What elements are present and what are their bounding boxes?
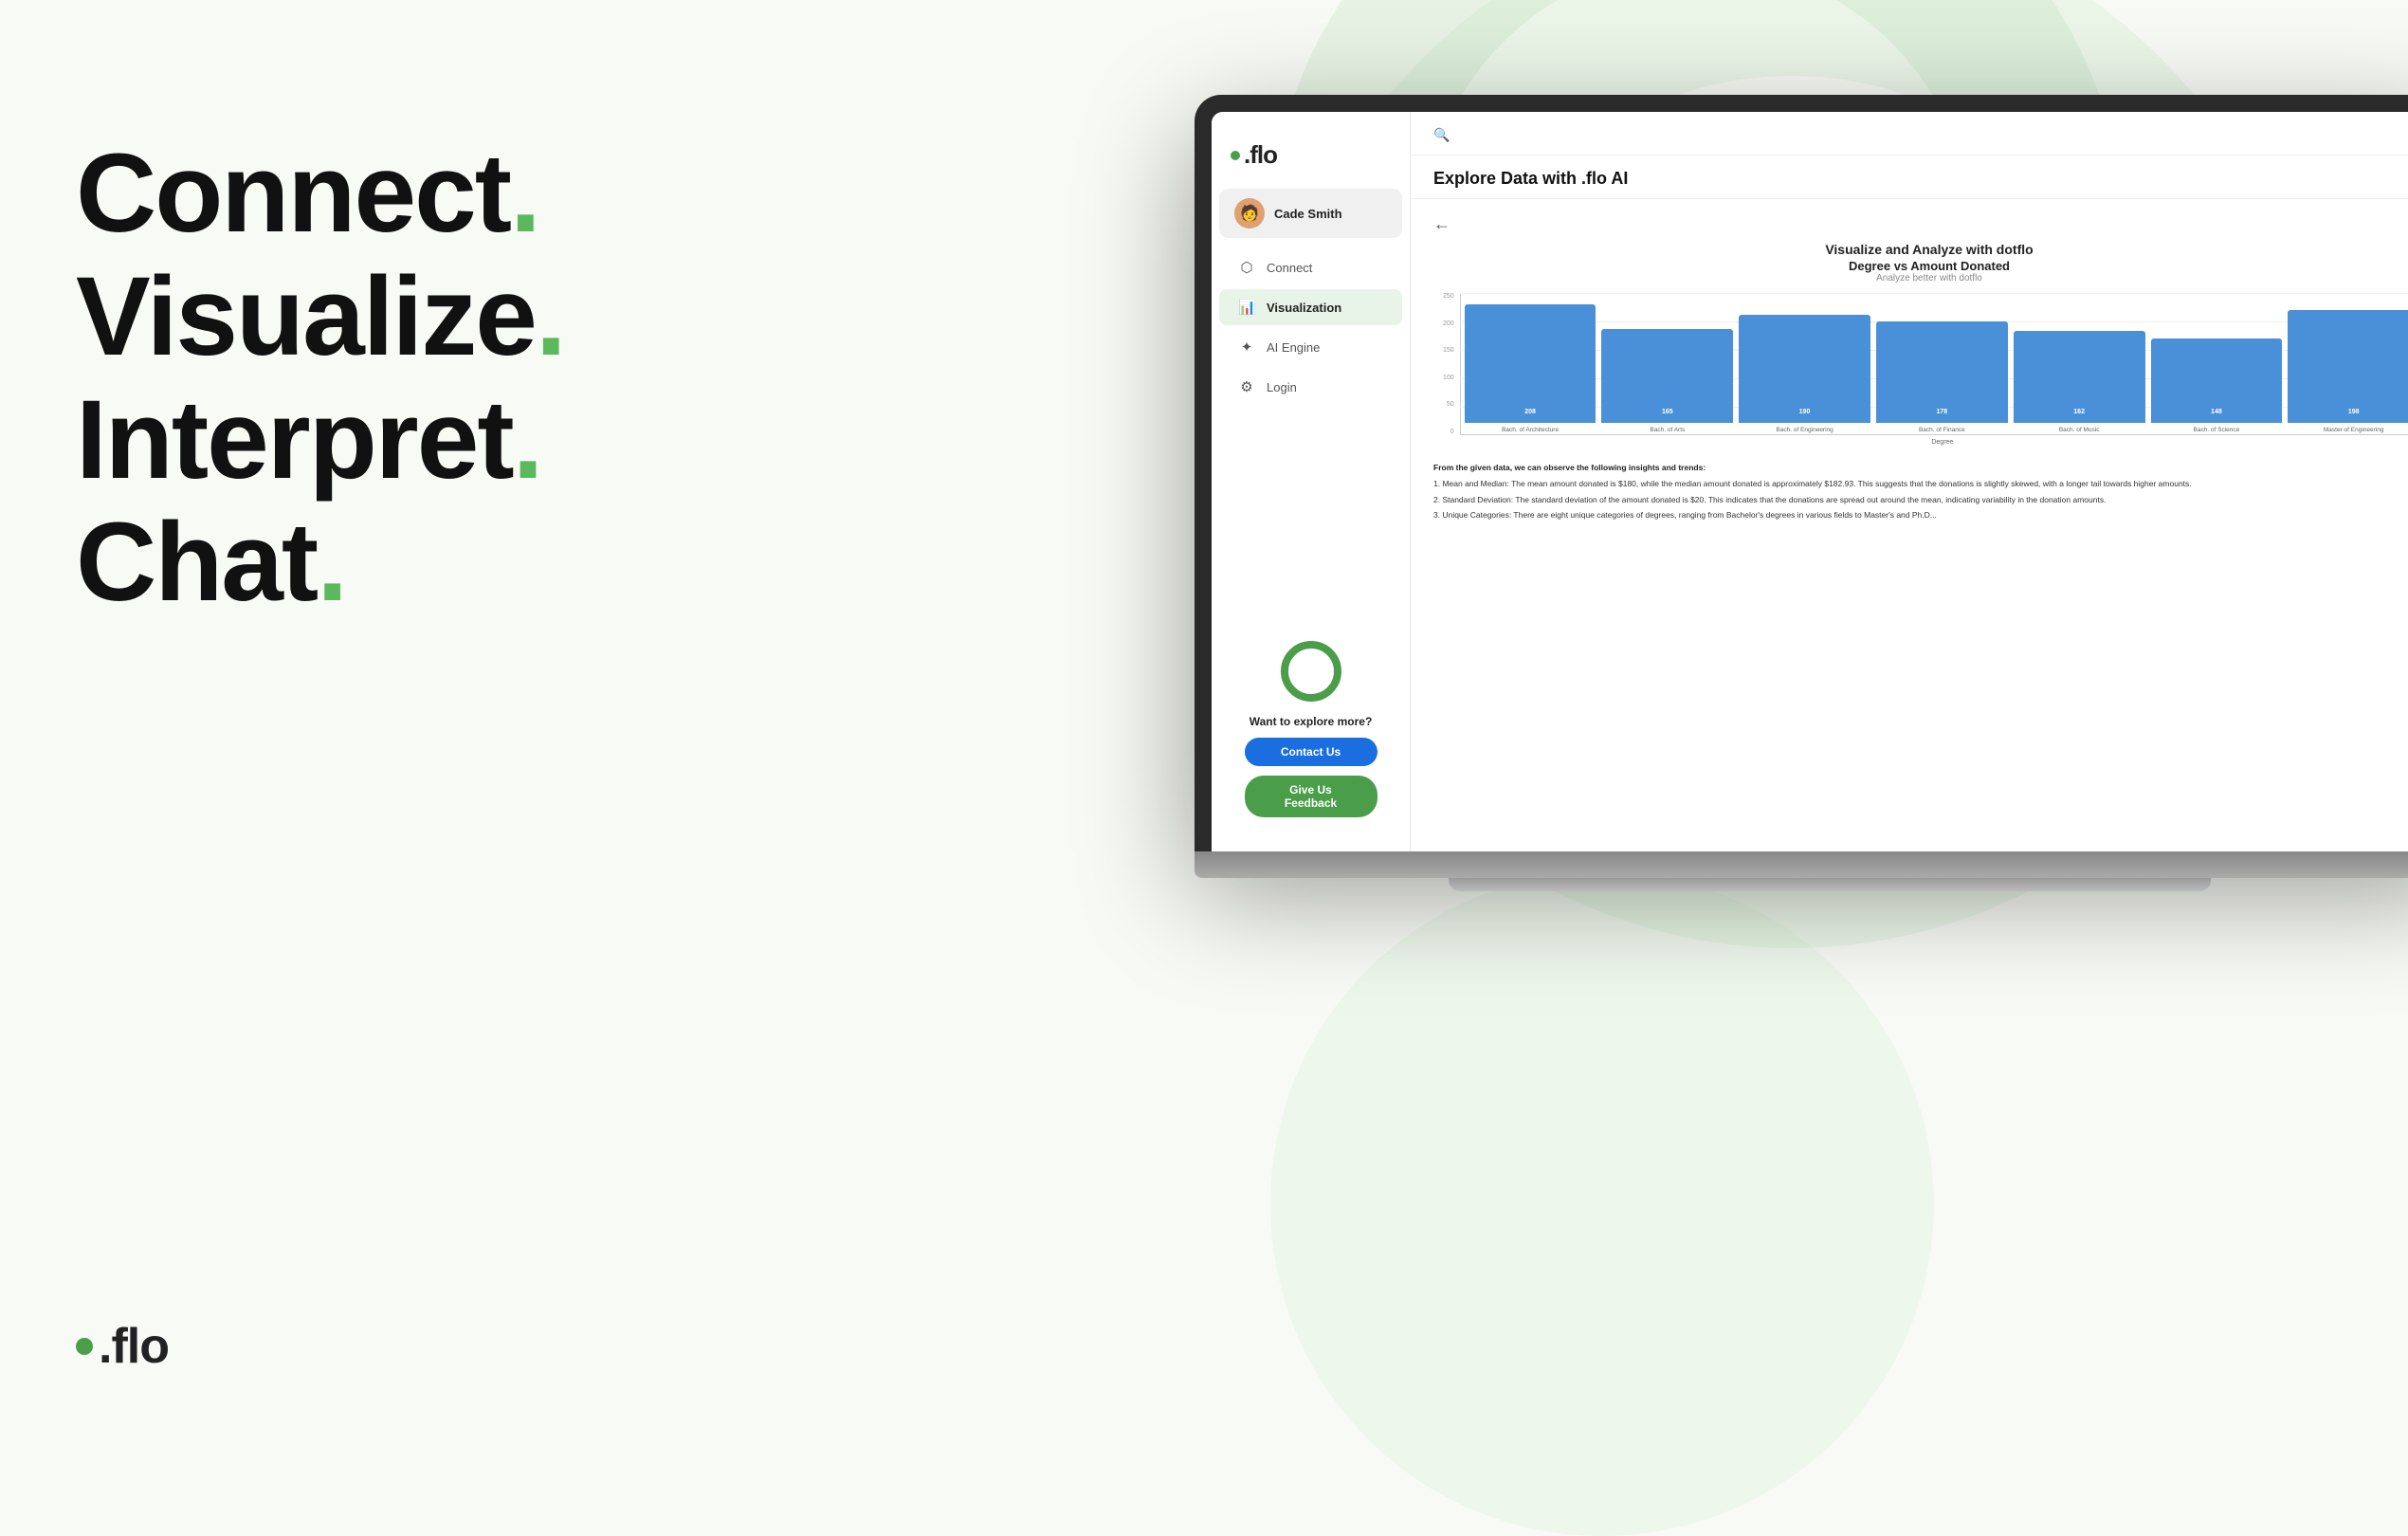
hero-panel: Connect. Visualize. Interpret. Chat.	[76, 133, 664, 625]
sidebar-item-connect-label: Connect	[1267, 261, 1312, 275]
explore-circle-graphic	[1281, 641, 1341, 702]
app-main: 🔍 Explore Data with .flo AI ← Visualize …	[1411, 112, 2408, 851]
bar-master-engineering-fill: 198	[2288, 310, 2408, 423]
laptop-foot	[1449, 878, 2211, 891]
bar-bach-music-fill: 162	[2014, 331, 2145, 423]
sidebar-item-ai-engine[interactable]: ✦ AI Engine	[1219, 329, 1402, 365]
bar-val-6: 148	[2211, 409, 2222, 415]
insight-point-1: 1. Mean and Median: The mean amount dona…	[1433, 478, 2408, 490]
bar-xlabel-4: Bach. of Finance	[1876, 427, 2008, 434]
bars-area: 208 Bach. of Architecture 165 Bach.	[1460, 293, 2408, 454]
sidebar-item-connect[interactable]: ⬡ Connect	[1219, 249, 1402, 285]
dot3: .	[513, 377, 542, 503]
laptop-outer: .flo 🧑 Cade Smith ⬡ Connect 📊 Visualizat…	[1195, 95, 2408, 851]
bar-bach-finance: 178 Bach. of Finance	[1876, 321, 2008, 434]
bar-bach-architecture: 208 Bach. of Architecture	[1465, 304, 1596, 434]
sidebar-bottom: Want to explore more? Contact Us Give Us…	[1212, 626, 1410, 832]
hero-line4: Chat.	[76, 502, 664, 625]
avatar: 🧑	[1234, 198, 1265, 229]
bar-val-5: 162	[2073, 409, 2085, 415]
bar-bach-architecture-fill: 208	[1465, 304, 1596, 423]
chart-subtitle: Analyze better with dotflo	[1433, 273, 2408, 283]
bar-xlabel-6: Bach. of Science	[2151, 427, 2283, 434]
y-label-150: 150	[1443, 347, 1454, 354]
give-feedback-button[interactable]: Give Us Feedback	[1245, 776, 1377, 817]
sidebar-item-login-label: Login	[1267, 380, 1297, 394]
chart-section-title: Visualize and Analyze with dotflo	[1433, 242, 2408, 257]
visualization-icon: 📊	[1238, 299, 1255, 316]
bar-xlabel-7: Master of Engineering	[2288, 427, 2408, 434]
login-icon: ⚙	[1238, 378, 1255, 395]
bar-bach-arts-fill: 165	[1601, 329, 1733, 423]
ai-engine-icon: ✦	[1238, 338, 1255, 356]
insights-section: From the given data, we can observe the …	[1433, 462, 2408, 521]
contact-us-button[interactable]: Contact Us	[1245, 738, 1377, 766]
explore-more-label: Want to explore more?	[1250, 715, 1373, 728]
bar-bach-science-fill: 148	[2151, 338, 2283, 423]
main-header: 🔍	[1411, 112, 2408, 155]
bar-chart: 250 200 150 100 50 0	[1443, 293, 2408, 454]
bars-container: 208 Bach. of Architecture 165 Bach.	[1460, 293, 2408, 435]
app-sidebar: .flo 🧑 Cade Smith ⬡ Connect 📊 Visualizat…	[1212, 112, 1411, 851]
logo-label: .flo	[99, 1318, 169, 1375]
sidebar-item-ai-engine-label: AI Engine	[1267, 340, 1320, 355]
bar-val-4: 178	[1937, 409, 1948, 415]
y-label-200: 200	[1443, 320, 1454, 327]
connect-icon: ⬡	[1238, 259, 1255, 276]
chart-title: Degree vs Amount Donated	[1433, 259, 2408, 273]
dot4: .	[317, 500, 346, 625]
bar-xlabel-2: Bach. of Arts	[1601, 427, 1733, 434]
x-axis-label: Degree	[1460, 439, 2408, 446]
hero-line1: Connect.	[76, 133, 664, 256]
app-logo-dot	[1231, 151, 1240, 160]
main-content: ← Visualize and Analyze with dotflo Degr…	[1411, 199, 2408, 851]
sidebar-item-visualization-label: Visualization	[1267, 301, 1341, 315]
bar-bach-science: 148 Bach. of Science	[2151, 338, 2283, 434]
bottom-logo: .flo	[76, 1318, 169, 1375]
main-title-bar: Explore Data with .flo AI	[1411, 155, 2408, 199]
y-label-50: 50	[1447, 401, 1454, 408]
search-icon[interactable]: 🔍	[1433, 127, 1450, 143]
user-profile-item[interactable]: 🧑 Cade Smith	[1219, 189, 1402, 238]
sidebar-item-visualization[interactable]: 📊 Visualization	[1219, 289, 1402, 325]
app-logo: .flo	[1212, 131, 1410, 189]
y-label-250: 250	[1443, 293, 1454, 300]
bar-master-engineering: 198 Master of Engineering	[2288, 310, 2408, 434]
y-label-0: 0	[1450, 429, 1454, 435]
dot1: .	[510, 131, 539, 256]
bar-xlabel-1: Bach. of Architecture	[1465, 427, 1596, 434]
bar-val-7: 198	[2348, 409, 2360, 415]
dot2: .	[536, 254, 565, 379]
insight-point-3: 3. Unique Categories: There are eight un…	[1433, 509, 2408, 521]
hero-line2: Visualize.	[76, 256, 664, 379]
bar-val-2: 165	[1662, 409, 1673, 415]
laptop-mockup: .flo 🧑 Cade Smith ⬡ Connect 📊 Visualizat…	[1195, 95, 2408, 891]
bar-val-3: 190	[1799, 409, 1811, 415]
app-logo-text: .flo	[1244, 140, 1277, 170]
hero-line3: Interpret.	[76, 379, 664, 503]
bar-bach-finance-fill: 178	[1876, 321, 2008, 423]
back-button[interactable]: ←	[1433, 214, 1450, 234]
bar-bach-arts: 165 Bach. of Arts	[1601, 329, 1733, 434]
insights-intro: From the given data, we can observe the …	[1433, 462, 2408, 474]
chart-header: ←	[1433, 214, 2408, 234]
logo-dot	[76, 1338, 93, 1355]
user-name: Cade Smith	[1274, 207, 1342, 221]
laptop-screen: .flo 🧑 Cade Smith ⬡ Connect 📊 Visualizat…	[1212, 112, 2408, 851]
bar-val-1: 208	[1524, 409, 1536, 415]
bar-bach-engineering-fill: 190	[1739, 315, 1870, 423]
laptop-base	[1195, 851, 2408, 878]
bar-bach-music: 162 Bach. of Music	[2014, 331, 2145, 434]
insight-point-2: 2. Standard Deviation: The standard devi…	[1433, 494, 2408, 506]
sidebar-item-login[interactable]: ⚙ Login	[1219, 369, 1402, 405]
bar-xlabel-5: Bach. of Music	[2014, 427, 2145, 434]
bar-bach-engineering: 190 Bach. of Engineering	[1739, 315, 1870, 434]
bar-xlabel-3: Bach. of Engineering	[1739, 427, 1870, 434]
page-title: Explore Data with .flo AI	[1433, 169, 1628, 188]
y-axis-labels: 250 200 150 100 50 0	[1443, 293, 1454, 454]
y-label-100: 100	[1443, 375, 1454, 381]
hero-text: Connect. Visualize. Interpret. Chat.	[76, 133, 664, 625]
